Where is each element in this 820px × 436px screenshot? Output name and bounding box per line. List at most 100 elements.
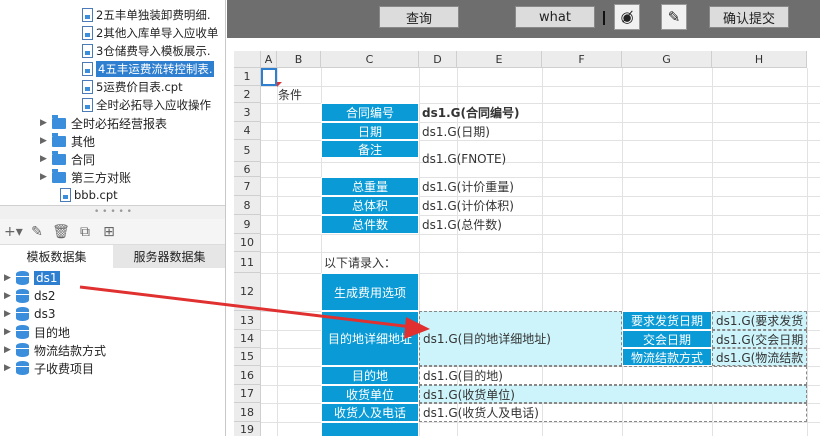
- preview-icon[interactable]: ⊞: [100, 224, 118, 240]
- value-delivery-date[interactable]: ds1.G(交会日期: [712, 330, 807, 348]
- label-total-pieces[interactable]: 总件数: [321, 215, 419, 234]
- dataset-item[interactable]: ▶ ds2: [4, 287, 56, 305]
- folder-item[interactable]: ▶ 其他: [40, 132, 95, 150]
- expand-arrow-icon[interactable]: ▶: [4, 309, 16, 319]
- column-header[interactable]: E: [457, 51, 542, 68]
- expand-arrow-icon[interactable]: ▶: [4, 291, 16, 301]
- row-header[interactable]: 7: [234, 177, 261, 196]
- row-header[interactable]: 4: [234, 122, 261, 140]
- dataset-item-ds1[interactable]: ▶ ds1: [4, 269, 60, 287]
- file-icon: [60, 188, 71, 202]
- folder-icon: [52, 132, 66, 147]
- delete-icon[interactable]: 🗑: [52, 224, 70, 240]
- dataset-item[interactable]: ▶ ds3: [4, 305, 56, 323]
- column-header[interactable]: G: [622, 51, 712, 68]
- tab-template-dataset[interactable]: 模板数据集: [0, 245, 113, 268]
- file-item[interactable]: 5运费价目表.cpt: [82, 78, 183, 96]
- row-header[interactable]: 17: [234, 385, 261, 403]
- value-consignee[interactable]: ds1.G(收货单位): [419, 385, 807, 403]
- label-delivery-date[interactable]: 交会日期: [622, 330, 712, 348]
- value-req-ship-date[interactable]: ds1.G(要求发货: [712, 311, 807, 330]
- label-destination[interactable]: 目的地: [321, 366, 419, 385]
- expand-arrow-icon[interactable]: ▶: [4, 273, 16, 283]
- value-total-volume[interactable]: ds1.G(计价体积): [419, 196, 619, 215]
- value-dest-address[interactable]: ds1.G(目的地详细地址): [419, 311, 622, 366]
- label-consignee-phone[interactable]: 收货人及电话: [321, 403, 419, 422]
- folder-item[interactable]: ▶ 第三方对账: [40, 168, 131, 186]
- expand-arrow-icon[interactable]: ▶: [40, 172, 52, 182]
- value-total-weight[interactable]: ds1.G(计价重量): [419, 177, 619, 196]
- row-header[interactable]: 11: [234, 252, 261, 273]
- row-header[interactable]: 9: [234, 215, 261, 234]
- label-gen-fee[interactable]: 生成费用选项: [321, 273, 419, 311]
- row-header[interactable]: 16: [234, 366, 261, 385]
- file-item[interactable]: 3仓储费导入模板展示.: [82, 42, 210, 60]
- column-header[interactable]: A: [261, 51, 277, 68]
- row-header[interactable]: 10: [234, 234, 261, 252]
- tab-server-dataset[interactable]: 服务器数据集: [113, 245, 225, 268]
- edit-icon[interactable]: ✎: [28, 224, 46, 240]
- row-header[interactable]: 8: [234, 196, 261, 215]
- eye-slash-icon[interactable]: ◉̸: [614, 4, 640, 30]
- column-header[interactable]: H: [712, 51, 807, 68]
- value-consignee-phone[interactable]: ds1.G(收货人及电话): [419, 403, 807, 422]
- row-header[interactable]: 14: [234, 330, 261, 348]
- file-item[interactable]: bbb.cpt: [60, 186, 118, 204]
- row-header[interactable]: 3: [234, 103, 261, 122]
- value-destination[interactable]: ds1.G(目的地): [419, 366, 807, 385]
- row-header[interactable]: 5: [234, 140, 261, 162]
- column-header[interactable]: D: [419, 51, 457, 68]
- label-date[interactable]: 日期: [321, 122, 419, 140]
- label-consignee[interactable]: 收货单位: [321, 385, 419, 403]
- what-button[interactable]: what: [515, 6, 595, 28]
- label-contract-no[interactable]: 合同编号: [321, 103, 419, 122]
- row-header[interactable]: 13: [234, 311, 261, 330]
- cell-b2[interactable]: 条件: [275, 86, 321, 103]
- file-item[interactable]: 全时必拓导入应收操作: [82, 96, 211, 114]
- folder-item[interactable]: ▶ 全时必拓经营报表: [40, 114, 167, 132]
- label-total-volume[interactable]: 总体积: [321, 196, 419, 215]
- row-header[interactable]: 12: [234, 273, 261, 311]
- row-header[interactable]: 19: [234, 422, 261, 436]
- dataset-item[interactable]: ▶ 物流结款方式: [4, 341, 106, 359]
- value-total-pieces[interactable]: ds1.G(总件数): [419, 215, 619, 234]
- corner-cell[interactable]: [234, 51, 261, 68]
- file-item-selected[interactable]: 4五丰运费流转控制表.: [82, 60, 215, 78]
- label-req-ship-date[interactable]: 要求发货日期: [622, 311, 712, 330]
- column-header[interactable]: B: [277, 51, 321, 68]
- expand-arrow-icon[interactable]: ▶: [40, 154, 52, 164]
- expand-arrow-icon[interactable]: ▶: [4, 345, 16, 355]
- selected-cell-a1[interactable]: [261, 68, 277, 86]
- folder-item[interactable]: ▶ 合同: [40, 150, 95, 168]
- query-button[interactable]: 查询: [379, 6, 459, 28]
- column-header[interactable]: F: [542, 51, 622, 68]
- pen-icon[interactable]: ✎: [661, 4, 687, 30]
- file-item[interactable]: 2其他入库单导入应收单: [82, 24, 218, 42]
- copy-icon[interactable]: ⧉: [76, 224, 94, 240]
- value-contract-no[interactable]: ds1.G(合同编号): [419, 103, 619, 122]
- add-icon[interactable]: +▾: [4, 224, 23, 240]
- expand-arrow-icon[interactable]: ▶: [40, 136, 52, 146]
- submit-button[interactable]: 确认提交: [709, 6, 789, 28]
- value-note[interactable]: ds1.G(FNOTE): [419, 140, 619, 177]
- expand-arrow-icon[interactable]: ▶: [4, 363, 16, 373]
- label-note[interactable]: 备注: [321, 140, 419, 158]
- row-header[interactable]: 2: [234, 86, 261, 103]
- row-header[interactable]: 6: [234, 162, 261, 177]
- dataset-item[interactable]: ▶ 目的地: [4, 323, 70, 341]
- value-date[interactable]: ds1.G(日期): [419, 122, 619, 140]
- dataset-item[interactable]: ▶ 子收费项目: [4, 359, 94, 377]
- row-header[interactable]: 15: [234, 348, 261, 366]
- row-header[interactable]: 1: [234, 68, 261, 86]
- label-dest-address[interactable]: 目的地详细地址: [321, 311, 419, 366]
- label-payment-method[interactable]: 物流结款方式: [622, 348, 712, 366]
- row-header[interactable]: 18: [234, 403, 261, 422]
- panel-splitter[interactable]: • • • • •: [0, 205, 225, 219]
- label-total-weight[interactable]: 总重量: [321, 177, 419, 196]
- column-header[interactable]: C: [321, 51, 419, 68]
- file-item[interactable]: 2五丰单独装卸费明细.: [82, 6, 210, 24]
- expand-arrow-icon[interactable]: ▶: [40, 118, 52, 128]
- folder-icon: [52, 114, 66, 129]
- expand-arrow-icon[interactable]: ▶: [4, 327, 16, 337]
- value-payment-method[interactable]: ds1.G(物流结款: [712, 348, 807, 366]
